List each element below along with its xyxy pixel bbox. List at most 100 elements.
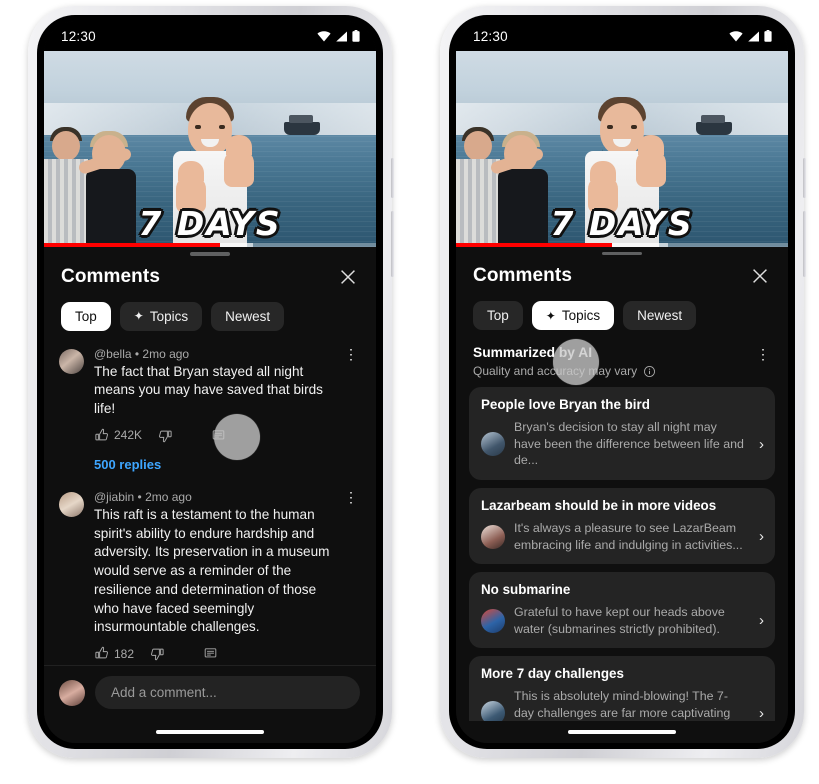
dislike-button[interactable] [158, 428, 173, 443]
like-count: 182 [114, 646, 135, 661]
chevron-right-icon[interactable]: › [755, 528, 764, 545]
comment-item[interactable]: @jiabin • 2mo ago This raft is a testame… [44, 486, 376, 663]
avatar[interactable] [59, 348, 84, 374]
volume-button[interactable] [391, 211, 394, 277]
thumbs-up-icon [95, 428, 108, 441]
video-player-left[interactable]: 7 DAYS [44, 51, 376, 247]
phone-right-screen: 12:30 7 DAYS Comments Top ✦ Topics Newes… [456, 21, 788, 743]
chip-topics-label: Topics [561, 308, 601, 324]
avatar [481, 432, 505, 457]
phone-right-bezel: 12:30 7 DAYS Comments Top ✦ Topics Newes… [449, 15, 795, 749]
avatar[interactable] [59, 491, 84, 517]
dislike-button[interactable] [150, 646, 165, 661]
chevron-right-icon[interactable]: › [755, 705, 764, 721]
topic-card-title: Lazarbeam should be in more videos [481, 498, 717, 514]
close-icon[interactable] [749, 265, 771, 287]
avatar [481, 608, 505, 633]
chip-newest-label: Newest [225, 308, 271, 324]
sparkle-icon: ✦ [133, 309, 144, 323]
sparkle-icon: ✦ [545, 308, 556, 323]
comments-header-left: Comments [44, 256, 376, 288]
comment-item[interactable]: @bella • 2mo ago The fact that Bryan sta… [44, 343, 376, 445]
status-icons [729, 30, 772, 42]
status-bar: 12:30 [456, 21, 788, 51]
video-overlay-text: 7 DAYS [550, 204, 694, 243]
chip-newest-label: Newest [637, 308, 683, 324]
phone-left-bezel: 12:30 7 DAYS Comments Top ✦ Topics Newes… [37, 15, 383, 749]
status-icons [317, 30, 360, 42]
comments-title: Comments [473, 265, 572, 287]
like-button[interactable]: 182 [94, 646, 134, 661]
chip-newest[interactable]: Newest [211, 301, 285, 331]
topic-card[interactable]: Lazarbeam should be in more videos It's … [469, 488, 775, 565]
phone-right: 12:30 7 DAYS Comments Top ✦ Topics Newes… [440, 6, 806, 758]
cell-signal-icon [336, 31, 347, 41]
status-clock: 12:30 [473, 28, 508, 44]
power-button[interactable] [391, 158, 394, 198]
info-icon[interactable] [643, 365, 656, 378]
status-bar: 12:30 [44, 21, 376, 51]
topic-card[interactable]: People love Bryan the bird Bryan's decis… [469, 387, 775, 481]
battery-icon [352, 30, 360, 42]
topic-card-preview: It's always a pleasure to see LazarBeam … [514, 521, 743, 552]
more-vertical-icon[interactable]: ⋮ [342, 346, 360, 443]
chip-top-label: Top [487, 308, 509, 324]
video-overlay-text: 7 DAYS [138, 204, 282, 243]
chip-topics-label: Topics [149, 308, 189, 324]
reply-button[interactable] [203, 646, 218, 661]
ai-summary-disclaimer-text: Quality and accuracy may vary [473, 364, 638, 379]
chip-topics[interactable]: ✦ Topics [531, 301, 615, 331]
more-vertical-icon[interactable]: ⋮ [342, 490, 360, 661]
video-person-left [77, 125, 142, 247]
ai-summary-disclaimer: Quality and accuracy may vary [473, 364, 656, 378]
chevron-right-icon[interactable]: › [755, 436, 764, 453]
search-input[interactable]: Add a comment... [95, 676, 360, 709]
power-button[interactable] [803, 158, 806, 198]
comments-sheet-left: Comments Top ✦ Topics Newest @bella • 2m… [44, 247, 376, 743]
avatar[interactable] [59, 679, 85, 706]
topic-card-title: No submarine [481, 582, 571, 598]
comment-text: This raft is a testament to the human sp… [94, 506, 330, 635]
more-vertical-icon[interactable]: ⋮ [754, 347, 772, 361]
ai-summary-header: Summarized by AI Quality and accuracy ma… [456, 330, 788, 378]
topic-card[interactable]: More 7 day challenges This is absolutely… [469, 656, 775, 721]
like-button[interactable]: 242K [94, 428, 142, 443]
comment-composer: Add a comment... [44, 665, 376, 721]
view-replies-link[interactable]: 500 replies [44, 445, 376, 472]
cell-signal-icon [748, 31, 759, 41]
screenshot-canvas: 12:30 7 DAYS Comments Top ✦ Topics Newes… [0, 0, 819, 784]
comment-actions: 242K [94, 428, 336, 443]
home-indicator [456, 721, 788, 743]
chip-newest[interactable]: Newest [623, 301, 697, 331]
comment-text: The fact that Bryan stayed all night mea… [94, 363, 323, 417]
comment-actions: 182 [94, 646, 336, 661]
video-boat [283, 114, 320, 135]
video-boat [695, 114, 732, 135]
reply-icon [212, 430, 225, 440]
reply-button[interactable] [211, 428, 226, 443]
comment-meta: @bella • 2mo ago [94, 346, 190, 361]
topic-card-preview: Grateful to have kept our heads above wa… [514, 605, 725, 636]
status-clock: 12:30 [61, 28, 96, 44]
chip-topics[interactable]: ✦ Topics [119, 301, 203, 331]
comment-list[interactable]: @bella • 2mo ago The fact that Bryan sta… [44, 331, 376, 666]
video-player-right[interactable]: 7 DAYS [456, 51, 788, 247]
wifi-icon [317, 30, 331, 41]
avatar [481, 701, 505, 721]
home-indicator [44, 721, 376, 743]
chip-top-label: Top [75, 308, 97, 324]
topic-card-list[interactable]: People love Bryan the bird Bryan's decis… [456, 378, 788, 721]
thumbs-up-icon [95, 646, 108, 659]
volume-button[interactable] [803, 211, 806, 277]
thumbs-down-icon [159, 430, 172, 442]
topic-card[interactable]: No submarine Grateful to have kept our h… [469, 572, 775, 649]
chip-top[interactable]: Top [473, 301, 523, 331]
phone-left-screen: 12:30 7 DAYS Comments Top ✦ Topics Newes… [44, 21, 376, 743]
chevron-right-icon[interactable]: › [755, 612, 764, 629]
ai-summary-title: Summarized by AI [473, 345, 593, 361]
comments-sheet-right: Comments Top ✦ Topics Newest Summarized … [456, 247, 788, 743]
close-icon[interactable] [337, 266, 359, 288]
topic-card-title: More 7 day challenges [481, 666, 624, 682]
wifi-icon [729, 30, 743, 41]
chip-top[interactable]: Top [61, 301, 111, 331]
